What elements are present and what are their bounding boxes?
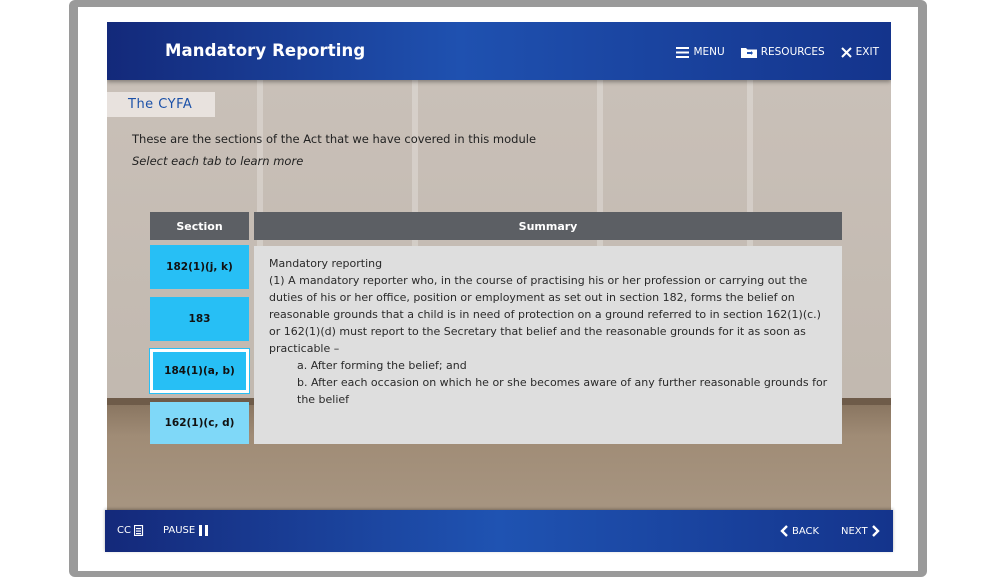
resources-button[interactable]: RESOURCES (740, 46, 825, 58)
pause-button[interactable]: PAUSE (163, 525, 209, 536)
top-bar: Mandatory Reporting MENU RESOURCES EXIT (107, 22, 891, 80)
course-player: Mandatory Reporting MENU RESOURCES EXIT … (107, 22, 891, 554)
hamburger-icon (676, 46, 690, 58)
instruction-text: Select each tab to learn more (132, 154, 304, 168)
resources-label: RESOURCES (760, 46, 825, 58)
tab-184-1-a-b[interactable]: 184(1)(a, b) (150, 349, 249, 393)
summary-column-header: Summary (254, 212, 842, 240)
section-column-header: Section (150, 212, 249, 240)
course-title: Mandatory Reporting (165, 41, 366, 60)
summary-item: b. After each occasion on which he or sh… (297, 376, 828, 406)
bottom-bar: CC PAUSE BACK NEXT (105, 510, 893, 552)
summary-panel: Mandatory reporting (1) A mandatory repo… (254, 246, 842, 444)
summary-body: (1) A mandatory reporter who, in the cou… (269, 274, 821, 355)
menu-label: MENU (693, 46, 725, 58)
close-icon (840, 46, 852, 58)
chevron-left-icon (780, 525, 788, 537)
top-nav: MENU RESOURCES EXIT (660, 46, 879, 58)
captions-button[interactable]: CC (117, 525, 144, 536)
folder-icon (740, 47, 757, 58)
cc-label: CC (117, 525, 131, 536)
tab-162-1-c-d[interactable]: 162(1)(c, d) (150, 402, 249, 444)
exit-button[interactable]: EXIT (840, 46, 879, 58)
menu-button[interactable]: MENU (676, 46, 725, 58)
next-label: NEXT (841, 525, 868, 537)
summary-item: a. After forming the belief; and (297, 359, 467, 372)
section-heading: The CYFA (128, 97, 193, 112)
captions-icon (133, 525, 144, 536)
tab-183[interactable]: 183 (150, 297, 249, 341)
chevron-right-icon (871, 525, 880, 537)
pause-label: PAUSE (163, 525, 196, 536)
back-button[interactable]: BACK (780, 525, 819, 537)
tab-182-1-j-k[interactable]: 182(1)(j, k) (150, 245, 249, 289)
back-label: BACK (792, 525, 820, 537)
pause-icon (199, 525, 209, 536)
intro-text: These are the sections of the Act that w… (132, 132, 537, 146)
summary-title: Mandatory reporting (269, 257, 383, 270)
exit-label: EXIT (855, 46, 879, 58)
next-button[interactable]: NEXT (841, 525, 880, 537)
